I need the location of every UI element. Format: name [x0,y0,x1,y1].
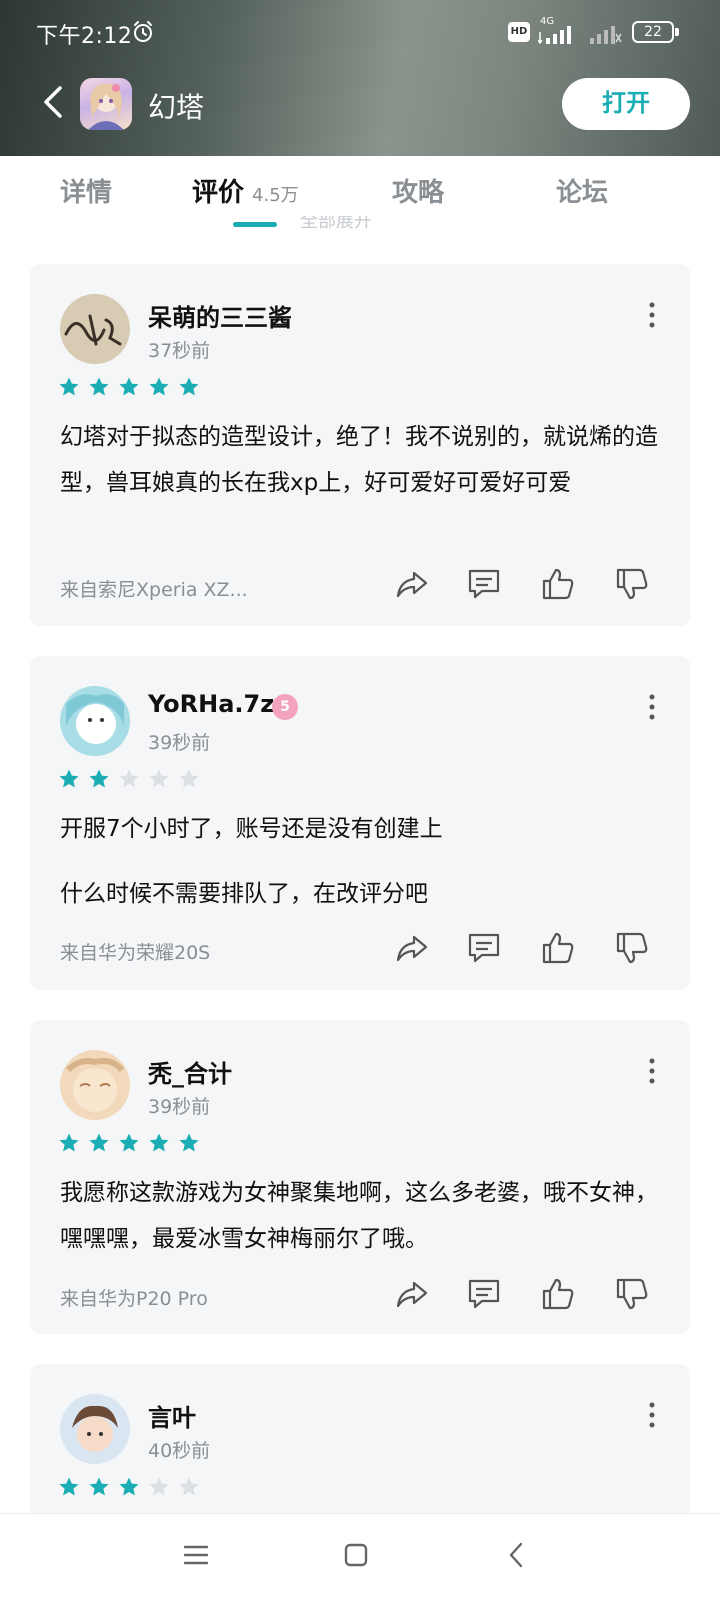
tab-reviews-count: 4.5万 [252,185,299,206]
app-icon[interactable] [80,78,132,130]
system-nav-bar [0,1513,720,1600]
comment-icon[interactable] [466,930,502,966]
share-icon[interactable] [394,1276,430,1312]
star-filled-icon [179,1133,199,1152]
star-filled-icon [89,377,109,396]
star-filled-icon [59,1477,79,1496]
tab-forum[interactable]: 论坛 [556,172,608,209]
tab-details[interactable]: 详情 [60,172,112,209]
thumbs-down-icon[interactable] [614,566,650,602]
thumbs-up-icon[interactable] [540,1276,576,1312]
thumbs-up-icon[interactable] [540,566,576,602]
review-text[interactable]: 开服7个小时了，账号还是没有创建上 什么时候不需要排队了，在改评分吧 [60,806,660,917]
more-vertical-icon[interactable] [648,1402,656,1428]
more-vertical-icon[interactable] [648,302,656,328]
user-level-badge: 5 [272,694,298,720]
review-card: 秃_合计 39秒前 我愿称这款游戏为女神聚集地啊，这么多老婆，哦不女神，嘿嘿嘿，… [30,1020,690,1334]
star-filled-icon [119,377,139,396]
thumbs-down-icon[interactable] [614,930,650,966]
back-arrow-icon[interactable] [36,80,72,124]
comment-icon[interactable] [466,566,502,602]
review-device: 来自华为P20 Pro [60,1288,208,1310]
star-filled-icon [89,1133,109,1152]
review-time: 40秒前 [148,1440,211,1462]
review-text-line: 幻塔对于拟态的造型设计，绝了！我不说别的，就说烯的造型，兽耳娘真的长在我xp上，… [60,424,658,496]
active-tab-indicator [233,222,277,227]
hd-badge: HD [508,22,530,42]
back-triangle-icon[interactable] [502,1540,532,1570]
review-device: 来自索尼Xperia XZ... [60,579,248,601]
star-empty-icon [149,1477,169,1496]
review-card: YoRHa.7z 5 39秒前 开服7个小时了，账号还是没有创建上 什么时候不需… [30,656,690,990]
star-filled-icon [119,1477,139,1496]
tab-reviews-label: 评价 [192,178,245,208]
signal-secondary-icon [590,26,622,44]
star-filled-icon [59,1133,79,1152]
share-icon[interactable] [394,566,430,602]
review-text[interactable]: 幻塔对于拟态的造型设计，绝了！我不说别的，就说烯的造型，兽耳娘真的长在我xp上，… [60,414,660,506]
menu-icon[interactable] [181,1540,211,1570]
review-time: 39秒前 [148,732,211,754]
star-filled-icon [149,377,169,396]
comment-icon[interactable] [466,1276,502,1312]
star-filled-icon [179,377,199,396]
avatar[interactable] [60,686,130,756]
star-filled-icon [149,1133,169,1152]
status-time: 下午2:12 [36,24,133,49]
status-bar: 下午2:12 HD 4G 22 [0,0,720,64]
review-text[interactable]: 我愿称这款游戏为女神聚集地啊，这么多老婆，哦不女神，嘿嘿嘿，最爱冰雪女神梅丽尔了… [60,1170,660,1262]
rating-stars [58,768,200,790]
open-app-button[interactable]: 打开 [562,78,690,130]
review-text-line: 什么时候不需要排队了，在改评分吧 [60,881,428,907]
review-time: 37秒前 [148,340,211,362]
star-filled-icon [89,769,109,788]
rating-stars [58,376,200,398]
review-time: 39秒前 [148,1096,211,1118]
review-username[interactable]: 言叶 [148,1398,196,1433]
avatar[interactable] [60,1050,130,1120]
rating-stars [58,1476,200,1498]
review-list[interactable]: 呆萌的三三酱 37秒前 幻塔对于拟态的造型设计，绝了！我不说别的，就说烯的造型，… [0,236,720,1513]
star-filled-icon [119,1133,139,1152]
thumbs-up-icon[interactable] [540,930,576,966]
review-text-line: 我愿称这款游戏为女神聚集地啊，这么多老婆，哦不女神，嘿嘿嘿，最爱冰雪女神梅丽尔了… [60,1180,658,1252]
review-username[interactable]: 秃_合计 [148,1054,232,1089]
avatar[interactable] [60,1394,130,1464]
battery-indicator: 22 [632,21,674,43]
share-icon[interactable] [394,930,430,966]
star-filled-icon [59,769,79,788]
star-empty-icon [179,1477,199,1496]
home-square-icon[interactable] [341,1540,371,1570]
rating-stars [58,1132,200,1154]
signal-icon [538,26,571,44]
review-text-line: 开服7个小时了，账号还是没有创建上 [60,816,443,842]
avatar[interactable] [60,294,130,364]
review-username[interactable]: 呆萌的三三酱 [148,298,292,333]
tab-guides[interactable]: 攻略 [392,172,444,209]
more-vertical-icon[interactable] [648,694,656,720]
tab-reviews[interactable]: 评价 4.5万 [192,172,299,209]
star-empty-icon [149,769,169,788]
star-filled-icon [89,1477,109,1496]
expand-all-hint[interactable]: 全部展开 [300,216,372,230]
app-title: 幻塔 [148,91,205,124]
thumbs-down-icon[interactable] [614,1276,650,1312]
star-filled-icon [59,377,79,396]
review-username[interactable]: YoRHa.7z [148,690,274,718]
more-vertical-icon[interactable] [648,1058,656,1084]
star-empty-icon [119,769,139,788]
alarm-icon [134,21,152,42]
review-device: 来自华为荣耀20S [60,942,211,964]
review-card: 言叶 40秒前 [30,1364,690,1513]
star-empty-icon [179,769,199,788]
review-card: 呆萌的三三酱 37秒前 幻塔对于拟态的造型设计，绝了！我不说别的，就说烯的造型，… [30,264,690,626]
app-header: 下午2:12 HD 4G 22 幻塔 打开 [0,0,720,156]
battery-tip [675,28,679,36]
